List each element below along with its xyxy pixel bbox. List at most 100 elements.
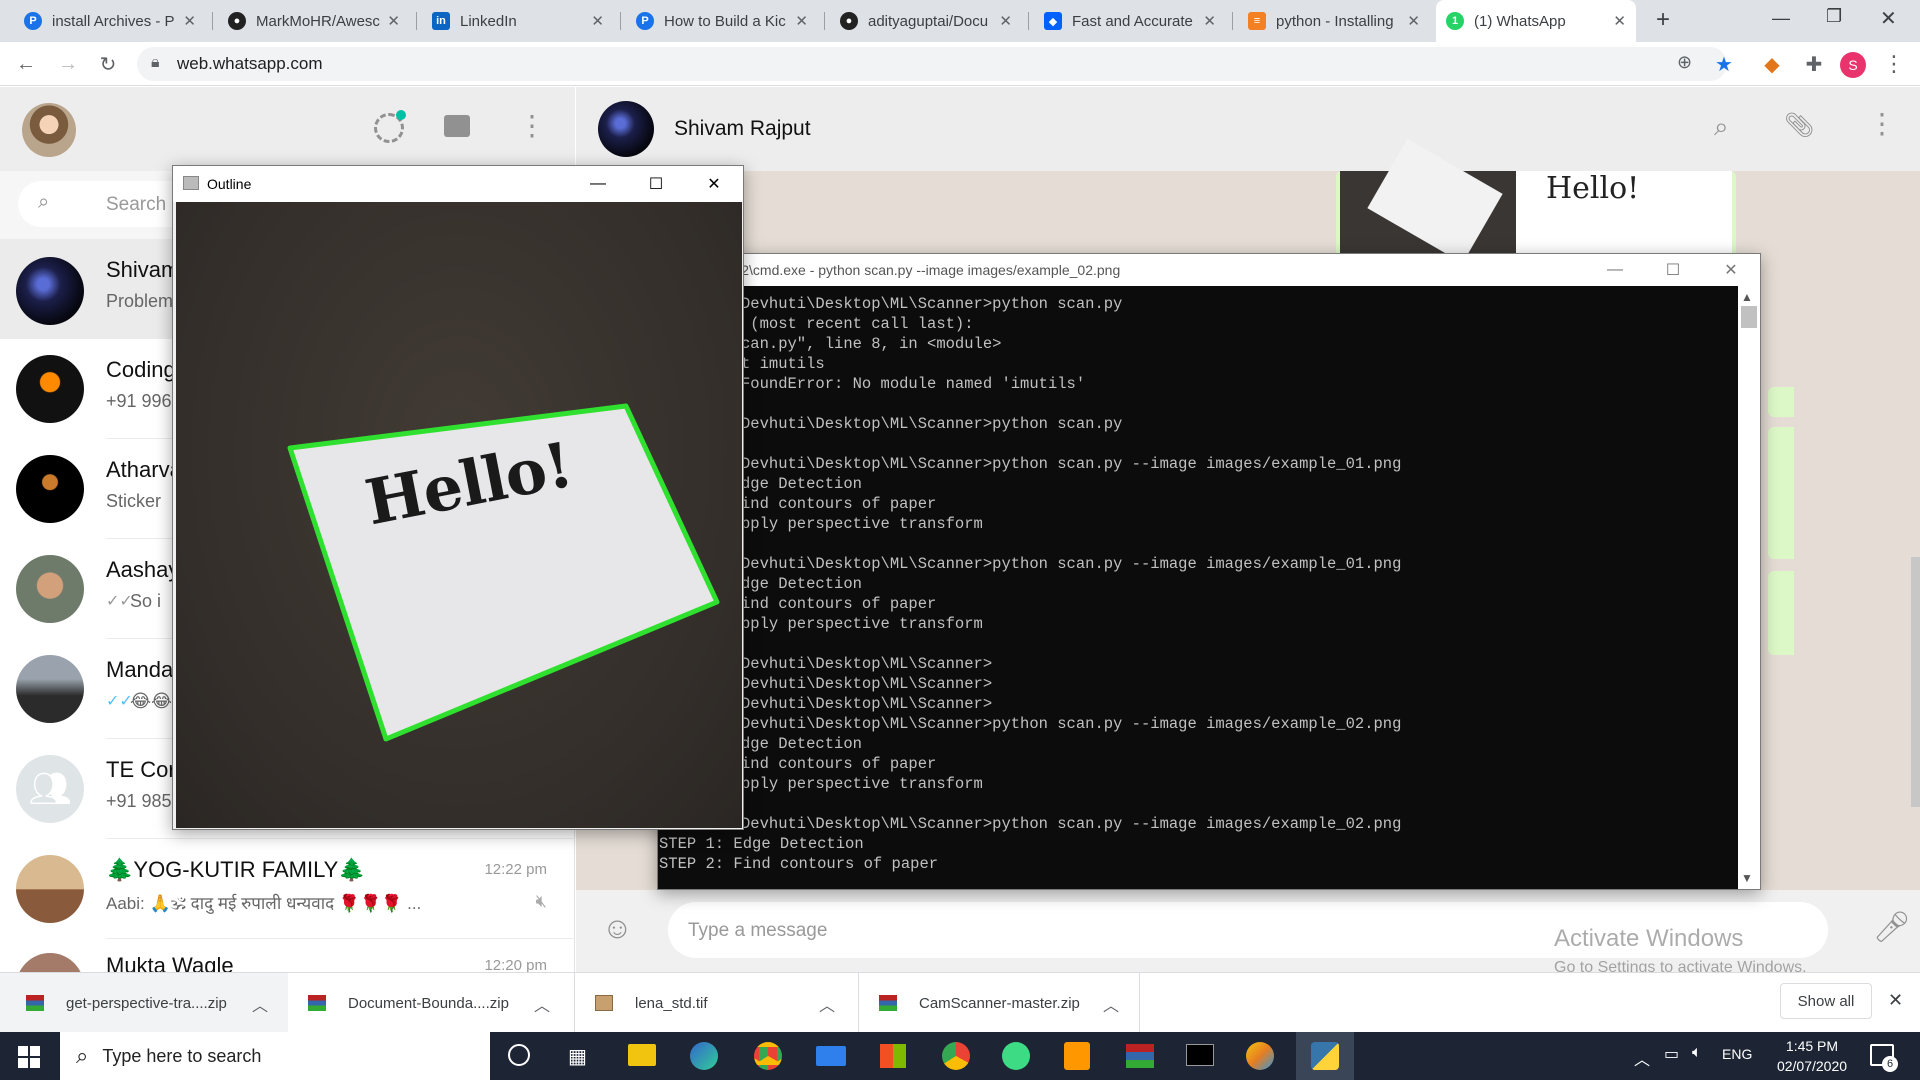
console-output[interactable]: Devhuti\Desktop\ML\Scanner>python scan.p… [658, 286, 1738, 889]
close-icon[interactable]: ✕ [1888, 990, 1903, 1011]
tab-how-to-build[interactable]: P How to Build a Kic ✕ [626, 0, 818, 42]
tab-fast-and-accurate[interactable]: ◆ Fast and Accurate ✕ [1034, 0, 1226, 42]
activate-windows-title: Activate Windows [1554, 925, 1744, 952]
tab-adityaguptai[interactable]: ● adityaguptai/Docu ✕ [830, 0, 1022, 42]
chrome-menu-icon[interactable]: ⋮ [1880, 50, 1908, 78]
minimize-icon[interactable]: — [1772, 8, 1790, 29]
task-view-icon[interactable]: ▦ [568, 1044, 587, 1069]
forward-icon[interactable]: → [54, 50, 82, 78]
close-icon[interactable]: ✕ [183, 12, 196, 30]
chat-item-yog-kutir[interactable]: 🌲YOG-KUTIR FAMILY🌲 Aabi: 🙏🕉 दादु मई रुपा… [0, 839, 575, 939]
minimize-icon[interactable]: — [569, 166, 627, 202]
taskbar-search[interactable]: ⌕ Type here to search [60, 1032, 490, 1080]
sublime-icon[interactable] [1064, 1042, 1090, 1070]
emoji-icon[interactable]: ☺ [602, 912, 633, 946]
android-studio-icon[interactable] [1002, 1042, 1030, 1070]
profile-avatar[interactable]: S [1840, 52, 1866, 78]
download-label: CamScanner-master.zip [919, 994, 1080, 1012]
close-icon[interactable]: ✕ [1203, 12, 1216, 30]
url-text[interactable]: web.whatsapp.com [177, 54, 323, 74]
taskbar-search-placeholder: Type here to search [102, 1045, 262, 1066]
clock-date[interactable]: 02/07/2020 [1752, 1058, 1872, 1074]
maximize-icon[interactable]: ☐ [1644, 254, 1702, 286]
zoom-icon[interactable]: ⊕ [1677, 52, 1692, 73]
show-all-button[interactable]: Show all [1780, 983, 1872, 1019]
windows-start-icon[interactable] [18, 1046, 40, 1068]
chat-item-mukta[interactable]: Mukta Wagle 12:20 pm [0, 939, 575, 972]
console-line: Devhuti\Desktop\ML\Scanner>python scan.p… [741, 555, 1402, 573]
new-tab-icon[interactable]: + [1656, 6, 1670, 34]
new-chat-icon[interactable] [444, 115, 470, 137]
close-icon[interactable]: ✕ [1702, 254, 1760, 286]
download-item[interactable]: get-perspective-tra....zip ︿ [0, 973, 288, 1033]
double-check-icon: ✓✓ [106, 593, 133, 610]
tab-install-archives[interactable]: P install Archives - P ✕ [14, 0, 206, 42]
close-window-icon[interactable]: ✕ [1880, 6, 1897, 31]
extensions-icon[interactable]: ✚ [1800, 50, 1828, 78]
file-explorer-icon[interactable] [628, 1044, 656, 1066]
outline-window[interactable]: Outline — ☐ ✕ Hello! [172, 165, 744, 830]
store-icon[interactable] [880, 1044, 906, 1068]
tab-label: MarkMoHR/Awesc [256, 12, 380, 30]
address-bar[interactable]: 🔒︎ web.whatsapp.com ⊕ [137, 47, 1727, 81]
edge-icon[interactable] [690, 1042, 718, 1070]
minimize-icon[interactable]: — [1586, 254, 1644, 286]
cmd-window[interactable]: ows\System32\cmd.exe - python scan.py --… [657, 253, 1761, 890]
close-icon[interactable]: ✕ [591, 12, 604, 30]
contact-name[interactable]: Shivam Rajput [674, 117, 811, 141]
cmd-scrollbar[interactable]: ▲ ▼ [1738, 286, 1760, 889]
attach-icon[interactable]: 📎︎ [1784, 111, 1814, 140]
volume-icon[interactable]: 🔈︎ [1692, 1044, 1702, 1062]
chevron-up-icon[interactable]: ︿ [1103, 992, 1119, 1016]
contact-avatar[interactable] [598, 101, 654, 157]
chrome-icon[interactable] [754, 1042, 782, 1070]
close-icon[interactable]: ✕ [1613, 12, 1626, 30]
chevron-up-icon[interactable]: ︿ [252, 992, 268, 1016]
maximize-icon[interactable]: ☐ [627, 166, 685, 202]
menu-icon[interactable]: ⋮ [518, 109, 546, 142]
metamask-icon[interactable]: ◆ [1758, 50, 1786, 78]
language-indicator[interactable]: ENG [1722, 1046, 1752, 1062]
outgoing-message [1768, 571, 1794, 655]
close-icon[interactable]: ✕ [1407, 12, 1420, 30]
linkedin-icon: in [432, 12, 450, 30]
restore-icon[interactable]: ❐ [1826, 6, 1842, 27]
tab-python-installing[interactable]: ≡ python - Installing ✕ [1238, 0, 1430, 42]
avatar [16, 355, 84, 423]
chevron-up-icon[interactable]: ︿ [1634, 1046, 1650, 1070]
paint-icon[interactable] [1246, 1042, 1274, 1070]
close-icon[interactable]: ✕ [387, 12, 400, 30]
tab-markmohr[interactable]: ● MarkMoHR/Awesc ✕ [218, 0, 410, 42]
back-icon[interactable]: ← [12, 50, 40, 78]
mail-icon[interactable] [816, 1046, 846, 1066]
chrome-profile-icon[interactable] [942, 1042, 970, 1070]
close-icon[interactable]: ✕ [795, 12, 808, 30]
tab-linkedin[interactable]: in LinkedIn ✕ [422, 0, 614, 42]
battery-icon[interactable]: ▭ [1664, 1044, 1679, 1064]
winrar-icon[interactable] [1126, 1044, 1154, 1068]
console-line: STEP 1: Edge Detection [659, 835, 864, 853]
close-icon[interactable]: ✕ [685, 166, 743, 202]
bookmark-star-icon[interactable]: ★ [1710, 50, 1738, 78]
scrollbar[interactable] [1911, 557, 1920, 807]
cortana-icon[interactable] [508, 1044, 530, 1066]
message-placeholder: Type a message [688, 920, 828, 941]
microphone-icon[interactable]: 🎤︎ [1873, 910, 1911, 945]
reload-icon[interactable]: ↻ [94, 50, 122, 78]
console-line: Devhuti\Desktop\ML\Scanner>python scan.p… [741, 295, 1123, 313]
tab-whatsapp[interactable]: 1 (1) WhatsApp ✕ [1436, 0, 1636, 42]
search-icon[interactable]: ⌕ [1714, 111, 1729, 143]
download-item[interactable]: CamScanner-master.zip ︿ [858, 973, 1140, 1033]
cmd-icon[interactable] [1186, 1044, 1214, 1066]
close-icon[interactable]: ✕ [999, 12, 1012, 30]
clock-time[interactable]: 1:45 PM [1752, 1038, 1872, 1054]
chevron-up-icon[interactable]: ︿ [819, 992, 835, 1016]
download-item[interactable]: lena_std.tif ︿ [574, 973, 856, 1033]
my-avatar[interactable] [22, 103, 76, 157]
menu-icon[interactable]: ⋮ [1868, 107, 1896, 140]
tab-label: LinkedIn [460, 12, 517, 30]
chevron-up-icon[interactable]: ︿ [534, 992, 550, 1016]
download-item[interactable]: Document-Bounda....zip ︿ [290, 973, 572, 1033]
python-taskbar-button[interactable] [1296, 1032, 1354, 1080]
